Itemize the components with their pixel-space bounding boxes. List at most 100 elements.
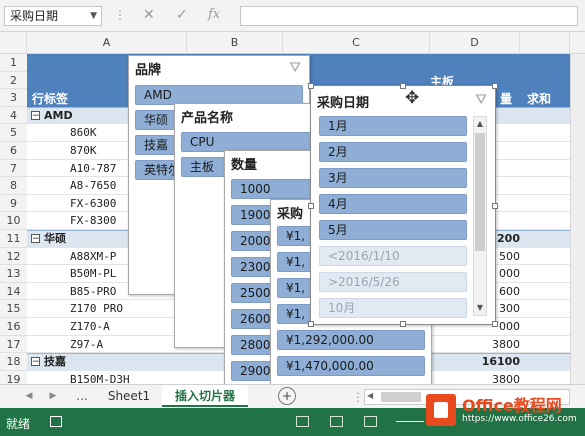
slicer-date-item[interactable]: 5月 bbox=[319, 220, 467, 240]
scroll-down-icon[interactable]: ▼ bbox=[475, 303, 485, 312]
slicer-date-item[interactable]: 3月 bbox=[319, 168, 467, 188]
column-header-b[interactable]: B bbox=[187, 32, 283, 54]
pivot-item-label[interactable]: Z97-A bbox=[70, 336, 103, 354]
slicer-price-item[interactable]: ¥1,292,000.00 bbox=[277, 330, 425, 350]
select-all-corner[interactable] bbox=[0, 32, 27, 54]
pivot-group-label[interactable]: 华硕 bbox=[44, 230, 66, 248]
tab-sheet1[interactable]: Sheet1 bbox=[100, 385, 158, 407]
row-header[interactable]: 12 bbox=[0, 247, 27, 266]
pivot-item-label[interactable]: Z170-A bbox=[70, 318, 110, 336]
pivot-header-qty: 量 bbox=[500, 92, 513, 106]
slicer-product-item[interactable]: CPU bbox=[181, 132, 315, 152]
move-handle-icon[interactable]: ✥ bbox=[405, 88, 419, 108]
column-header-c[interactable]: C bbox=[283, 32, 430, 54]
page-break-view-icon[interactable] bbox=[364, 416, 377, 427]
clear-filter-icon[interactable]: ⛛ bbox=[289, 60, 301, 76]
pivot-value-cell[interactable]: 16100 bbox=[440, 353, 520, 371]
slicer-brand-item[interactable]: AMD bbox=[135, 85, 303, 105]
row-header[interactable]: 11 bbox=[0, 230, 27, 248]
pivot-item-label[interactable]: B85-PRO bbox=[70, 283, 116, 301]
pivot-group-label[interactable]: AMD bbox=[44, 107, 73, 125]
row-header[interactable]: 15 bbox=[0, 300, 27, 318]
page-layout-icon[interactable] bbox=[330, 416, 343, 427]
scroll-up-icon[interactable]: ▲ bbox=[475, 119, 485, 128]
resize-handle[interactable] bbox=[400, 321, 406, 327]
resize-handle[interactable] bbox=[492, 83, 498, 89]
cancel-icon[interactable]: ✕ bbox=[143, 7, 155, 23]
pivot-item-label[interactable]: A88XM-P bbox=[70, 248, 116, 266]
row-header[interactable]: 10 bbox=[0, 212, 27, 230]
tab-active[interactable]: 插入切片器 bbox=[162, 385, 248, 407]
collapse-icon[interactable]: − bbox=[31, 110, 40, 120]
pivot-item-label[interactable]: B50M-PL bbox=[70, 265, 116, 283]
slicer-date-item[interactable]: 2月 bbox=[319, 142, 467, 162]
macro-record-icon[interactable] bbox=[50, 416, 62, 427]
pivot-header-sum: 求和 bbox=[527, 92, 552, 106]
slicer-date-item[interactable]: 4月 bbox=[319, 194, 467, 214]
collapse-icon[interactable]: − bbox=[31, 357, 40, 367]
insert-function-icon[interactable]: fx bbox=[208, 7, 220, 22]
tab-scroll-prev-icon[interactable]: ◀ bbox=[22, 385, 36, 407]
column-header-e[interactable] bbox=[520, 32, 570, 54]
tab-splitter[interactable]: ⋮ bbox=[352, 391, 364, 403]
column-header-a[interactable]: A bbox=[27, 32, 187, 54]
normal-view-icon[interactable] bbox=[296, 416, 309, 427]
pivot-group-label[interactable]: 技嘉 bbox=[44, 353, 66, 371]
clear-filter-icon[interactable]: ⛛ bbox=[475, 92, 487, 108]
slicer-date-scrollbar[interactable]: ▲ ▼ bbox=[473, 116, 487, 316]
resize-handle[interactable] bbox=[308, 203, 314, 209]
zoom-slider[interactable] bbox=[396, 421, 424, 422]
resize-handle[interactable] bbox=[400, 83, 406, 89]
pivot-item-label[interactable]: 860K bbox=[70, 124, 97, 142]
slicer-date-item[interactable]: 1月 bbox=[319, 116, 467, 136]
slicer-product-title: 产品名称 bbox=[181, 111, 234, 126]
name-box[interactable]: 采购日期 ▼ bbox=[4, 6, 102, 26]
tab-more[interactable]: ... bbox=[72, 385, 92, 407]
hscroll-thumb[interactable] bbox=[381, 392, 421, 402]
row-header[interactable]: 3 bbox=[0, 89, 27, 107]
slicer-date-item[interactable]: <2016/1/10 bbox=[319, 246, 467, 266]
resize-handle[interactable] bbox=[492, 321, 498, 327]
pivot-item-label[interactable]: FX-6300 bbox=[70, 195, 116, 213]
scroll-left-icon[interactable]: ◀ bbox=[367, 391, 373, 400]
scroll-thumb[interactable] bbox=[475, 133, 485, 251]
pivot-value-cell[interactable]: 3800 bbox=[440, 336, 520, 354]
row-header[interactable]: 17 bbox=[0, 335, 27, 354]
pivot-row-label: 行标签 bbox=[32, 92, 69, 106]
row-header[interactable]: 6 bbox=[0, 142, 27, 160]
resize-handle[interactable] bbox=[308, 83, 314, 89]
status-bar: 就绪 Office教程网 https://www.office26.com bbox=[0, 394, 585, 436]
pivot-item-label[interactable]: Z170 PRO bbox=[70, 300, 123, 318]
vertical-scrollbar[interactable] bbox=[570, 54, 585, 384]
column-header-d[interactable]: D bbox=[430, 32, 520, 54]
collapse-icon[interactable]: − bbox=[31, 234, 40, 244]
chevron-down-icon[interactable]: ▼ bbox=[90, 7, 97, 25]
pivot-item-label[interactable]: FX-8300 bbox=[70, 212, 116, 230]
pivot-item-label[interactable]: A8-7650 bbox=[70, 177, 116, 195]
resize-handle[interactable] bbox=[492, 203, 498, 209]
slicer-date-item[interactable]: >2016/5/26 bbox=[319, 272, 467, 292]
row-header[interactable]: 16 bbox=[0, 318, 27, 336]
row-header[interactable]: 14 bbox=[0, 282, 27, 301]
row-header[interactable]: 1 bbox=[0, 54, 27, 72]
row-header[interactable]: 7 bbox=[0, 159, 27, 178]
enter-icon[interactable]: ✓ bbox=[176, 7, 188, 23]
row-header[interactable]: 4 bbox=[0, 106, 27, 125]
row-header[interactable]: 8 bbox=[0, 177, 27, 195]
add-sheet-icon[interactable]: + bbox=[278, 387, 296, 405]
tab-scroll-next-icon[interactable]: ▶ bbox=[46, 385, 60, 407]
pivot-item-label[interactable]: A10-787 bbox=[70, 160, 116, 178]
row-header[interactable]: 13 bbox=[0, 265, 27, 283]
resize-handle[interactable] bbox=[308, 321, 314, 327]
pivot-item-label[interactable]: 870K bbox=[70, 142, 97, 160]
row-header[interactable]: 18 bbox=[0, 353, 27, 371]
formula-input[interactable] bbox=[240, 6, 578, 26]
row-header[interactable]: 2 bbox=[0, 71, 27, 90]
slicer-date[interactable]: 采购日期 ✥ ⛛ 1月 2月 3月 4月 5月 <2016/1/10 >2016/5/26 1… bbox=[308, 83, 498, 327]
row-header[interactable]: 9 bbox=[0, 194, 27, 213]
slicer-brand-title: 品牌 bbox=[135, 63, 162, 78]
row-header[interactable]: 5 bbox=[0, 124, 27, 142]
slicer-date-item[interactable]: 10月 bbox=[319, 298, 467, 318]
watermark-title: Office教程网 bbox=[462, 396, 562, 415]
slicer-price-item[interactable]: ¥1,470,000.00 bbox=[277, 356, 425, 376]
